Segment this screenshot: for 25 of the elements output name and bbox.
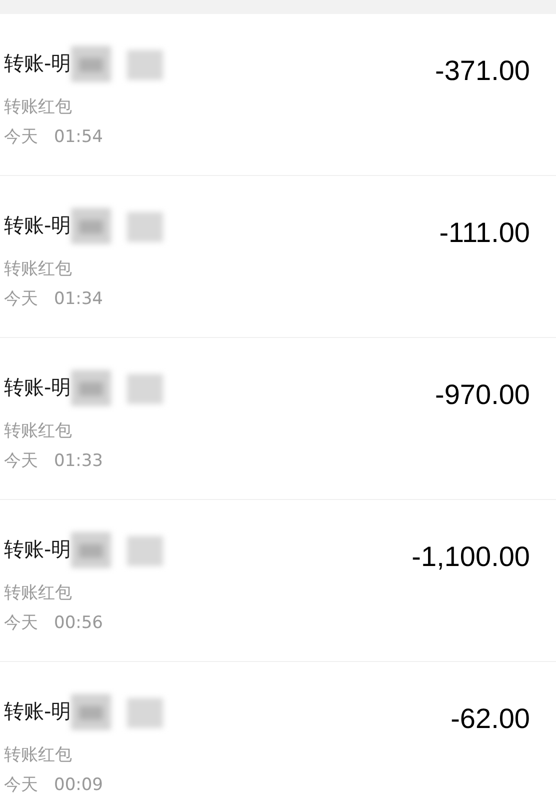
transaction-amount: -62.00 bbox=[450, 702, 530, 736]
transaction-day: 今天 bbox=[4, 288, 38, 310]
transaction-title: 转账-明 bbox=[4, 536, 72, 562]
transaction-category: 转账红包 bbox=[4, 420, 73, 442]
transaction-time: 01:54 bbox=[54, 126, 103, 148]
transaction-time: 01:34 bbox=[54, 288, 103, 310]
transaction-title: 转账-明 bbox=[4, 212, 72, 238]
transaction-category: 转账红包 bbox=[4, 258, 73, 280]
transaction-time: 00:56 bbox=[54, 612, 103, 634]
transaction-title: 转账-明 bbox=[4, 374, 72, 400]
transaction-time: 01:33 bbox=[54, 450, 103, 472]
transaction-title: 转账-明 bbox=[4, 698, 72, 724]
transaction-category: 转账红包 bbox=[4, 96, 73, 118]
transaction-title: 转账-明 bbox=[4, 50, 72, 76]
transaction-amount: -111.00 bbox=[439, 216, 530, 250]
transaction-day: 今天 bbox=[4, 612, 38, 634]
transaction-category: 转账红包 bbox=[4, 744, 73, 766]
transaction-amount: -1,100.00 bbox=[412, 540, 530, 574]
transaction-category: 转账红包 bbox=[4, 582, 73, 604]
transaction-amount: -970.00 bbox=[435, 378, 530, 412]
transaction-day: 今天 bbox=[4, 774, 38, 796]
transaction-day: 今天 bbox=[4, 450, 38, 472]
transaction-day: 今天 bbox=[4, 126, 38, 148]
transaction-time: 00:09 bbox=[54, 774, 103, 796]
transaction-amount: -371.00 bbox=[435, 54, 530, 88]
